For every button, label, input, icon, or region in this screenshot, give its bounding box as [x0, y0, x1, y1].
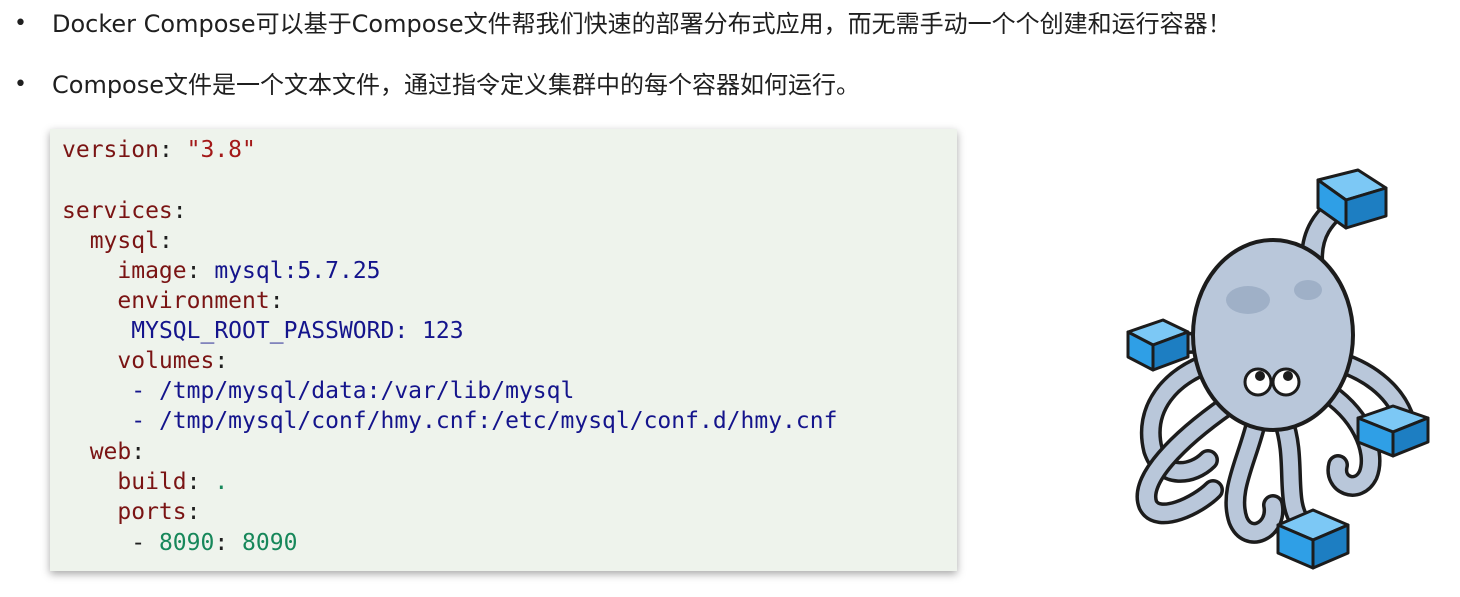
code-line-web: web: [89, 439, 146, 465]
yaml-key: version [62, 137, 159, 163]
yaml-value: /tmp/mysql/data:/var/lib/mysql [158, 378, 575, 404]
bullet-dot: • [14, 11, 27, 36]
yaml-key: web [89, 439, 132, 465]
code-line-volumes: volumes: [117, 348, 229, 374]
yaml-value: /tmp/mysql/conf/hmy.cnf:/etc/mysql/conf.… [158, 408, 838, 434]
yaml-value: . [214, 469, 229, 495]
yaml-key: volumes [117, 348, 215, 374]
bullet-item-1: • Docker Compose可以基于Compose文件帮我们快速的部署分布式… [14, 8, 1232, 40]
bullet-text-1: Docker Compose可以基于Compose文件帮我们快速的部署分布式应用… [52, 10, 1232, 38]
yaml-value: 123 [422, 318, 464, 344]
code-line-build: build: . [117, 469, 229, 495]
code-line-mysql: mysql: [89, 228, 173, 254]
bullet-dot: • [14, 72, 27, 97]
code-line-port-mapping: - 8090: 8090 [62, 530, 298, 556]
code-line-env-var: MYSQL_ROOT_PASSWORD: 123 [131, 318, 464, 344]
code-line-image: image: mysql:5.7.25 [117, 258, 381, 284]
yaml-number: 8090 [242, 530, 298, 556]
yaml-key: services [62, 198, 173, 224]
bullet-item-2: • Compose文件是一个文本文件，通过指令定义集群中的每个容器如何运行。 [14, 69, 860, 101]
yaml-value: mysql:5.7.25 [214, 258, 381, 284]
code-line-environment: environment: [117, 288, 284, 314]
code-line-services: services: [62, 198, 187, 224]
yaml-key: build [117, 469, 187, 495]
yaml-number: 8090 [158, 530, 215, 556]
yaml-string: "3.8" [186, 137, 256, 163]
yaml-key: image [117, 258, 187, 284]
yaml-key: mysql [89, 228, 159, 254]
code-block: version: "3.8" services: mysql: image: m… [50, 129, 957, 571]
yaml-key: environment [117, 288, 270, 314]
code-line-volume-2: - /tmp/mysql/conf/hmy.cnf:/etc/mysql/con… [62, 408, 838, 434]
bullet-text-2: Compose文件是一个文本文件，通过指令定义集群中的每个容器如何运行。 [52, 71, 861, 99]
yaml-key: ports [117, 499, 187, 525]
code-line-volume-1: - /tmp/mysql/data:/var/lib/mysql [62, 378, 575, 404]
yaml-value: MYSQL_ROOT_PASSWORD [131, 318, 395, 344]
code-line-ports: ports: [117, 499, 201, 525]
code-line-version: version: "3.8" [62, 137, 256, 163]
docker-compose-octopus-icon [1126, 168, 1430, 570]
